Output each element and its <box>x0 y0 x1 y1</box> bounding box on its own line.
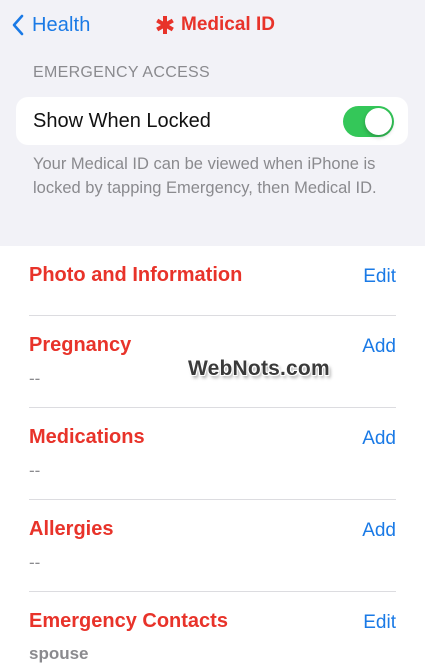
divider <box>29 315 396 316</box>
medical-id-screen: Health Medical ID EMERGENCY ACCESS Show … <box>0 0 425 668</box>
section-allergies: Allergies Add -- <box>29 518 396 574</box>
page-title: Medical ID <box>155 11 275 39</box>
section-title: Photo and Information <box>29 264 243 286</box>
divider <box>29 499 396 500</box>
divider <box>29 591 396 592</box>
add-pregnancy-button[interactable]: Add <box>362 336 396 358</box>
watermark-logo: WebNots.com <box>188 357 330 380</box>
show-when-locked-label: Show When Locked <box>33 109 211 132</box>
back-button[interactable]: Health <box>12 11 90 39</box>
edit-emergency-contacts-button[interactable]: Edit <box>363 612 396 634</box>
show-when-locked-row: Show When Locked <box>16 97 408 145</box>
emergency-contact-relation: spouse <box>29 644 89 663</box>
section-value: -- <box>29 553 41 572</box>
section-photo-and-information: Photo and Information Edit <box>29 264 396 304</box>
divider <box>29 407 396 408</box>
section-emergency-contacts: Emergency Contacts Edit spouse <box>29 610 396 668</box>
add-allergies-button[interactable]: Add <box>362 520 396 542</box>
emergency-access-footnote: Your Medical ID can be viewed when iPhon… <box>33 155 377 197</box>
page-title-text: Medical ID <box>181 14 275 35</box>
toggle-knob <box>365 107 392 135</box>
section-value: -- <box>29 369 41 388</box>
medical-id-list: Photo and Information Edit Pregnancy Add… <box>0 246 425 668</box>
back-label: Health <box>32 13 91 36</box>
section-title: Medications <box>29 426 145 448</box>
medical-asterisk-icon <box>155 15 175 35</box>
section-medications: Medications Add -- <box>29 426 396 482</box>
emergency-access-header: EMERGENCY ACCESS <box>33 64 210 81</box>
edit-photo-and-information-button[interactable]: Edit <box>363 266 396 288</box>
show-when-locked-toggle[interactable] <box>343 105 394 137</box>
nav-bar: Health Medical ID <box>0 0 425 52</box>
add-medications-button[interactable]: Add <box>362 428 396 450</box>
chevron-left-icon <box>12 14 24 36</box>
section-title: Allergies <box>29 518 114 540</box>
section-value: -- <box>29 461 41 480</box>
section-title: Emergency Contacts <box>29 610 228 632</box>
section-title: Pregnancy <box>29 334 132 356</box>
